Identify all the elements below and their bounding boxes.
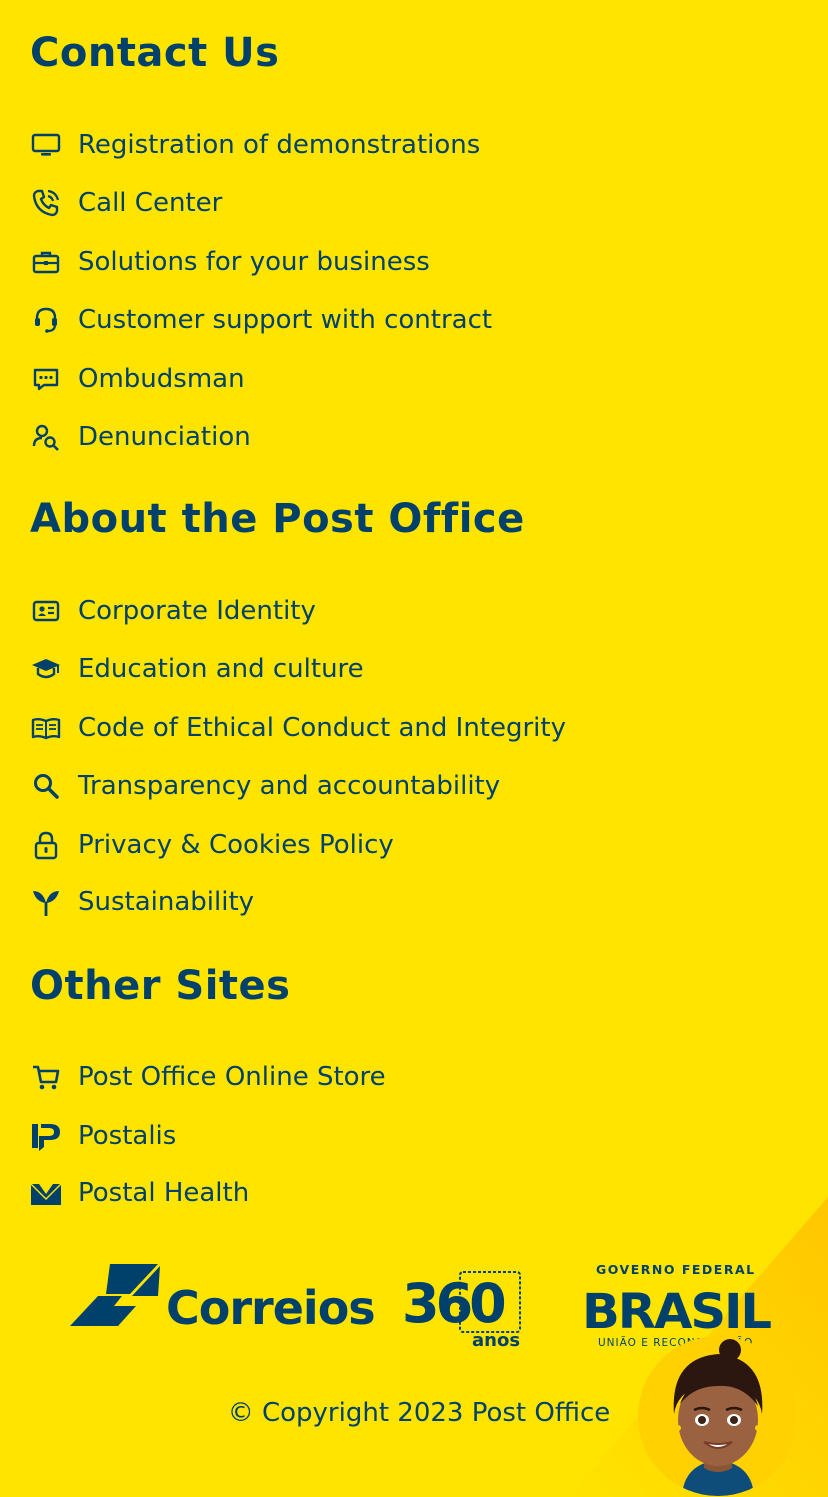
cart-icon bbox=[30, 1061, 62, 1093]
link-label: Denunciation bbox=[78, 422, 251, 452]
postal-health-logo-icon bbox=[30, 1177, 62, 1209]
link-registration-of-demonstrations[interactable]: Registration of demonstrations bbox=[30, 125, 480, 165]
gov-top-text: GOVERNO FEDERAL bbox=[596, 1262, 756, 1277]
contact-us-heading: Contact Us bbox=[30, 30, 280, 76]
anniversary-word: anos bbox=[472, 1330, 520, 1350]
link-customer-support-with-contract[interactable]: Customer support with contract bbox=[30, 300, 492, 340]
lock-icon bbox=[30, 829, 62, 861]
user-search-icon bbox=[30, 421, 62, 453]
link-label: Education and culture bbox=[78, 654, 364, 684]
link-label: Registration of demonstrations bbox=[78, 130, 481, 160]
open-book-icon bbox=[30, 712, 62, 744]
link-post-office-online-store[interactable]: Post Office Online Store bbox=[30, 1057, 386, 1097]
phone-icon bbox=[30, 187, 62, 219]
link-denunciation[interactable]: Denunciation bbox=[30, 417, 251, 457]
search-icon bbox=[30, 770, 62, 802]
about-heading: About the Post Office bbox=[30, 496, 525, 542]
postalis-logo-icon bbox=[30, 1120, 62, 1152]
link-call-center[interactable]: Call Center bbox=[30, 183, 222, 223]
anniversary-number: 360 bbox=[402, 1272, 504, 1335]
sprout-icon bbox=[30, 886, 62, 918]
chat-bubble-icon bbox=[30, 363, 62, 395]
link-postal-health[interactable]: Postal Health bbox=[30, 1173, 249, 1213]
correios-logo[interactable]: Correios bbox=[70, 1262, 390, 1332]
footer-page: Contact Us Registration of demonstration… bbox=[0, 0, 828, 1497]
link-label: Sustainability bbox=[78, 887, 255, 917]
governo-federal-logo[interactable]: GOVERNO FEDERAL BRASIL UNIÃO E RECONSTRU… bbox=[582, 1260, 772, 1352]
headset-icon bbox=[30, 304, 62, 336]
link-label: Solutions for your business bbox=[78, 247, 430, 277]
link-label: Call Center bbox=[78, 188, 223, 218]
link-label: Postal Health bbox=[78, 1178, 250, 1208]
link-corporate-identity[interactable]: Corporate Identity bbox=[30, 591, 316, 631]
briefcase-icon bbox=[30, 246, 62, 278]
link-label: Ombudsman bbox=[78, 364, 245, 394]
virtual-assistant-avatar[interactable] bbox=[638, 1336, 798, 1496]
link-label: Code of Ethical Conduct and Integrity bbox=[78, 713, 566, 743]
other-sites-heading: Other Sites bbox=[30, 963, 291, 1009]
id-card-icon bbox=[30, 595, 62, 627]
link-ombudsman[interactable]: Ombudsman bbox=[30, 359, 245, 399]
correios-wordmark: Correios bbox=[166, 1281, 375, 1332]
link-label: Customer support with contract bbox=[78, 305, 493, 335]
link-label: Postalis bbox=[78, 1121, 177, 1151]
link-code-of-ethical-conduct[interactable]: Code of Ethical Conduct and Integrity bbox=[30, 708, 566, 748]
gov-main-text: BRASIL bbox=[582, 1284, 771, 1340]
360-anos-logo: 360 anos bbox=[402, 1271, 521, 1350]
link-label: Corporate Identity bbox=[78, 596, 316, 626]
link-sustainability[interactable]: Sustainability bbox=[30, 882, 254, 922]
assistant-face-icon bbox=[673, 1339, 763, 1496]
link-label: Post Office Online Store bbox=[78, 1062, 386, 1092]
link-transparency-and-accountability[interactable]: Transparency and accountability bbox=[30, 766, 500, 806]
link-postalis[interactable]: Postalis bbox=[30, 1116, 176, 1156]
link-label: Privacy & Cookies Policy bbox=[78, 830, 394, 860]
monitor-icon bbox=[30, 129, 62, 161]
link-privacy-cookies-policy[interactable]: Privacy & Cookies Policy bbox=[30, 825, 394, 865]
link-solutions-for-your-business[interactable]: Solutions for your business bbox=[30, 242, 430, 282]
link-education-and-culture[interactable]: Education and culture bbox=[30, 649, 364, 689]
link-label: Transparency and accountability bbox=[78, 771, 501, 801]
graduation-cap-icon bbox=[30, 653, 62, 685]
